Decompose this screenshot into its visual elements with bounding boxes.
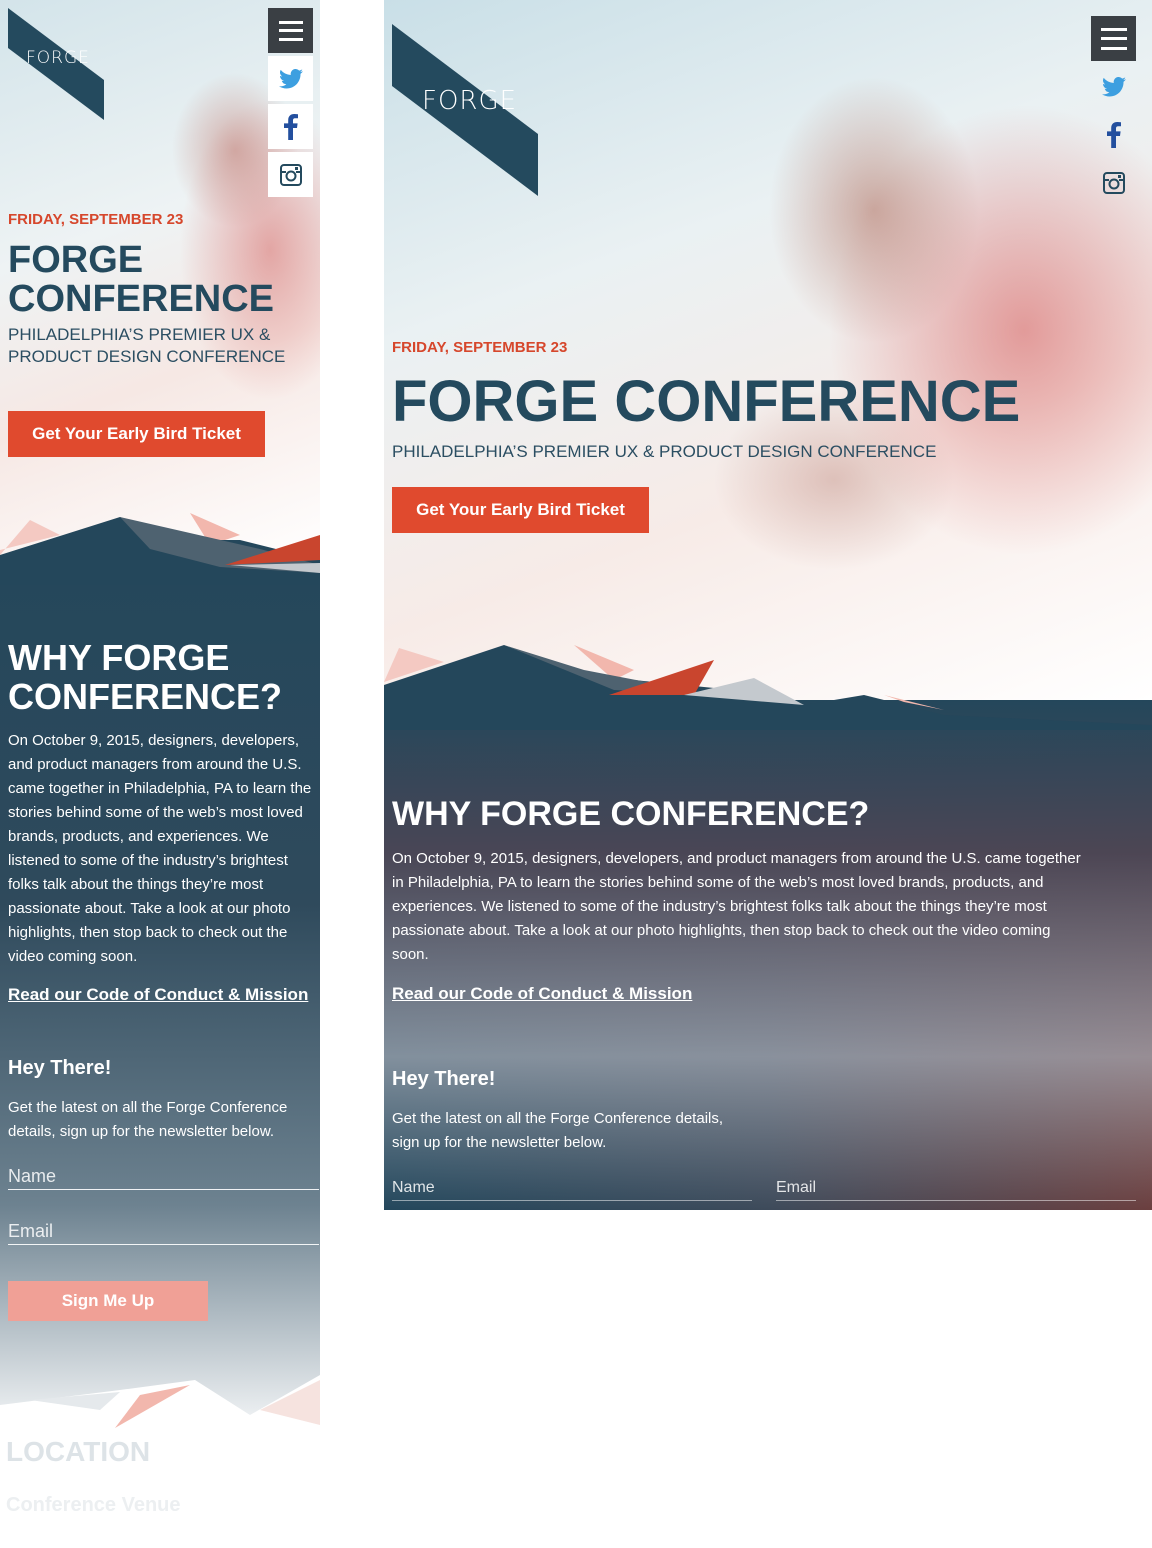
event-date: FRIDAY, SEPTEMBER 23 — [8, 211, 184, 228]
why-title-line-2: CONFERENCE? — [8, 676, 283, 717]
code-of-conduct-link[interactable]: Read our Code of Conduct & Mission — [8, 985, 308, 1005]
page-subtitle: PHILADELPHIA’S PREMIER UX & PRODUCT DESI… — [392, 442, 937, 461]
page-title-line-2: CONFERENCE — [8, 278, 275, 320]
social-column — [268, 8, 313, 197]
social-column — [1091, 16, 1136, 205]
forge-logo[interactable]: FORGE — [8, 8, 104, 120]
page-subtitle-line-1: PHILADELPHIA’S PREMIER UX & — [8, 325, 271, 344]
why-body-text: On October 9, 2015, designers, developer… — [8, 732, 312, 965]
email-input[interactable] — [776, 1176, 1136, 1201]
newsletter-title: Hey There! — [392, 1068, 496, 1090]
early-bird-ticket-button[interactable]: Get Your Early Bird Ticket — [8, 411, 265, 457]
newsletter-title: Hey There! — [8, 1057, 112, 1079]
page-title: FORGE CONFERENCE — [8, 241, 274, 319]
newsletter-body-text: Get the latest on all the Forge Conferen… — [392, 1110, 724, 1151]
why-section-title: WHY FORGE CONFERENCE? — [8, 638, 282, 716]
forge-logo[interactable]: FORGE — [392, 24, 538, 196]
instagram-icon — [279, 163, 302, 186]
instagram-button[interactable] — [1091, 160, 1136, 205]
forge-logo-text: FORGE — [422, 86, 518, 116]
page-title: FORGE CONFERENCE — [392, 369, 1021, 434]
facebook-icon — [283, 113, 298, 140]
name-input[interactable] — [392, 1176, 752, 1201]
code-of-conduct-link[interactable]: Read our Code of Conduct & Mission — [392, 984, 692, 1004]
mobile-mountain-divider — [0, 513, 320, 585]
hamburger-menu-icon — [278, 20, 303, 41]
menu-button[interactable] — [1091, 16, 1136, 61]
desktop-layout: FORGE FRIDAY, SEPTEMBER 23 FORGE CONFERE… — [384, 0, 1152, 1210]
email-input[interactable] — [8, 1218, 319, 1245]
mobile-layout: FORGE FRIDAY, SEPTEMBER 23 FORGE CONFERE… — [0, 0, 320, 1548]
why-title-line-1: WHY FORGE — [8, 637, 230, 678]
instagram-icon — [1102, 171, 1125, 194]
page-title-line-1: FORGE — [8, 239, 144, 281]
event-date: FRIDAY, SEPTEMBER 23 — [392, 339, 568, 356]
facebook-icon — [1106, 121, 1121, 148]
desktop-mountain-divider — [384, 645, 1152, 730]
twitter-icon — [1101, 76, 1126, 96]
early-bird-ticket-button[interactable]: Get Your Early Bird Ticket — [392, 487, 649, 533]
twitter-button[interactable] — [268, 56, 313, 101]
sign-me-up-button[interactable]: Sign Me Up — [8, 1281, 208, 1321]
hamburger-menu-icon — [1100, 27, 1127, 50]
facebook-button[interactable] — [1091, 112, 1136, 157]
forge-logo-text: FORGE — [26, 48, 90, 68]
name-input[interactable] — [8, 1163, 319, 1190]
page-subtitle: PHILADELPHIA’S PREMIER UX & PRODUCT DESI… — [8, 324, 308, 368]
facebook-button[interactable] — [268, 104, 313, 149]
page-subtitle-line-2: PRODUCT DESIGN CONFERENCE — [8, 347, 286, 366]
twitter-button[interactable] — [1091, 64, 1136, 109]
conference-venue-heading: Conference Venue — [6, 1494, 181, 1516]
newsletter-body-text: Get the latest on all the Forge Conferen… — [8, 1099, 288, 1140]
menu-button[interactable] — [268, 8, 313, 53]
twitter-icon — [278, 68, 303, 88]
instagram-button[interactable] — [268, 152, 313, 197]
mobile-bottom-mountain-divider — [0, 1375, 320, 1430]
why-section-title: WHY FORGE CONFERENCE? — [392, 795, 870, 833]
location-title: LOCATION — [6, 1436, 151, 1467]
why-body-text: On October 9, 2015, designers, developer… — [392, 850, 1081, 963]
